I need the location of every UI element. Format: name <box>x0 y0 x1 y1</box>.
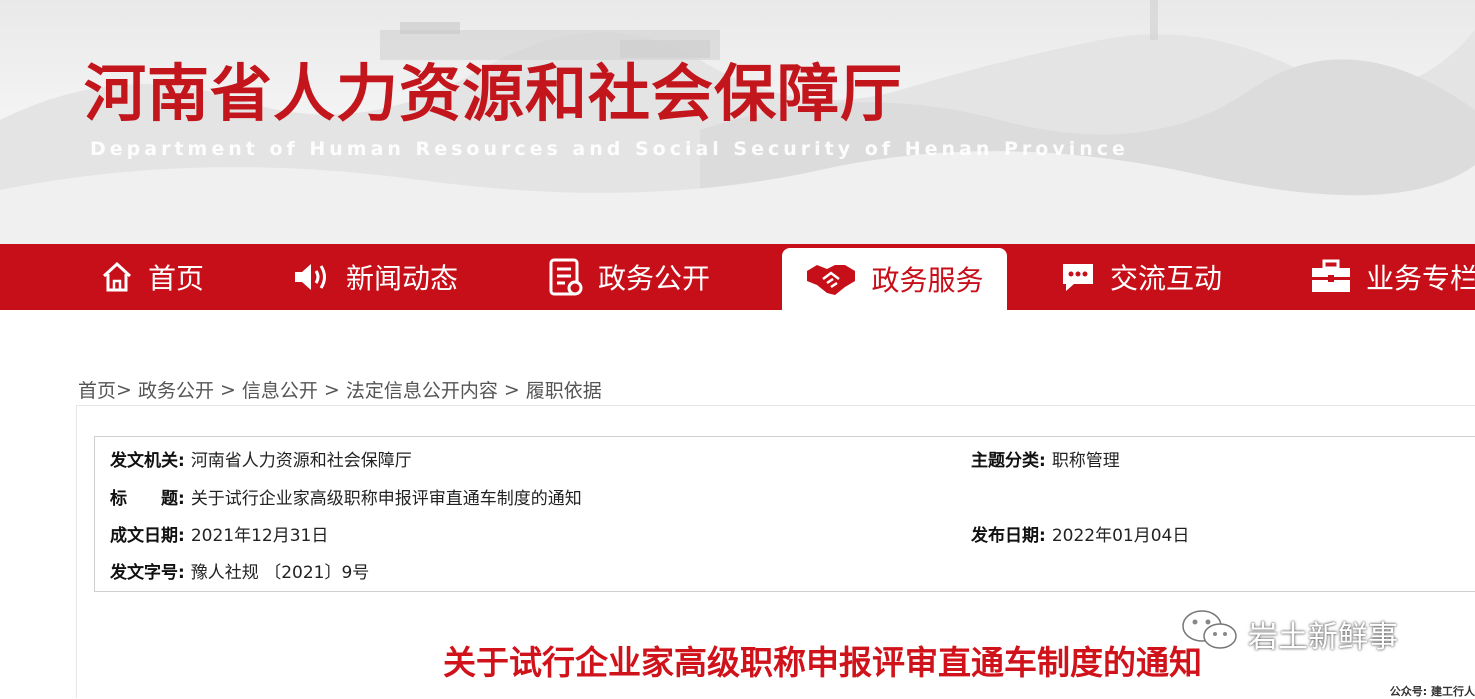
nav-item-gov-affairs-open[interactable]: 政务公开 <box>548 244 710 310</box>
home-icon <box>100 260 134 294</box>
meta-label: 主题分类: <box>971 451 1046 471</box>
meta-title: 标 题: 关于试行企业家高级职称申报评审直通车制度的通知 <box>110 484 582 509</box>
meta-value: 关于试行企业家高级职称申报评审直通车制度的通知 <box>190 489 582 509</box>
nav-item-interaction[interactable]: 交流互动 <box>1060 244 1222 310</box>
meta-label: 成文日期: <box>110 526 185 546</box>
nav-item-home[interactable]: 首页 <box>100 244 204 310</box>
meta-created-date: 成文日期: 2021年12月31日 <box>110 521 328 546</box>
chat-icon <box>1060 260 1096 294</box>
meta-value: 豫人社规 〔2021〕9号 <box>190 563 370 583</box>
nav-item-label: 新闻动态 <box>346 262 459 295</box>
meta-value: 河南省人力资源和社会保障厅 <box>190 451 412 471</box>
meta-label: 标 题: <box>110 489 185 509</box>
meta-published-date: 发布日期: 2022年01月04日 <box>971 521 1189 546</box>
meta-value: 2022年01月04日 <box>1051 526 1190 546</box>
site-subtitle: Department of Human Resources and Social… <box>90 138 1129 160</box>
nav-item-news[interactable]: 新闻动态 <box>292 244 458 310</box>
breadcrumb-statutory-content[interactable]: 法定信息公开内容 <box>346 376 498 403</box>
nav-item-label: 政务公开 <box>598 262 711 295</box>
meta-value: 2021年12月31日 <box>190 526 329 546</box>
meta-label: 发文机关: <box>110 451 185 471</box>
breadcrumb-gov-affairs-open[interactable]: 政务公开 <box>138 376 214 403</box>
breadcrumb-info-open[interactable]: 信息公开 <box>242 376 318 403</box>
meta-doc-number: 发文字号: 豫人社规 〔2021〕9号 <box>110 558 369 583</box>
speaker-icon <box>292 260 332 294</box>
meta-issuer: 发文机关: 河南省人力资源和社会保障厅 <box>110 446 412 471</box>
handshake-icon <box>805 257 857 301</box>
breadcrumb-separator: > <box>219 378 236 401</box>
breadcrumb-separator: > <box>116 378 132 401</box>
document-icon <box>548 257 584 297</box>
meta-label: 发布日期: <box>971 526 1046 546</box>
nav-item-label: 政务服务 <box>871 264 984 297</box>
nav-item-label: 业务专栏 <box>1366 262 1475 295</box>
article-title: 关于试行企业家高级职称申报评审直通车制度的通知 <box>443 643 1202 682</box>
breadcrumb-separator: > <box>503 378 520 401</box>
breadcrumb-duty-basis[interactable]: 履职依据 <box>526 376 602 403</box>
breadcrumb: 首页 > 政务公开 > 信息公开 > 法定信息公开内容 > 履职依据 <box>78 376 602 403</box>
meta-value: 职称管理 <box>1051 451 1120 471</box>
nav-item-label: 首页 <box>148 262 205 295</box>
nav-item-label: 交流互动 <box>1110 262 1223 295</box>
briefcase-icon <box>1310 259 1352 295</box>
nav-item-special-column[interactable]: 业务专栏 <box>1310 244 1475 310</box>
site-title: 河南省人力资源和社会保障厅 <box>84 57 904 130</box>
header-banner: 河南省人力资源和社会保障厅 Department of Human Resour… <box>0 0 1475 244</box>
breadcrumb-home[interactable]: 首页 <box>78 376 116 403</box>
main-nav: 首页 新闻动态 政务公开 政务服务 交流互动 业务专栏 <box>0 244 1475 310</box>
meta-topic: 主题分类: 职称管理 <box>971 446 1120 471</box>
nav-item-gov-services[interactable]: 政务服务 <box>782 248 1007 310</box>
meta-label: 发文字号: <box>110 563 185 583</box>
breadcrumb-separator: > <box>323 378 340 401</box>
